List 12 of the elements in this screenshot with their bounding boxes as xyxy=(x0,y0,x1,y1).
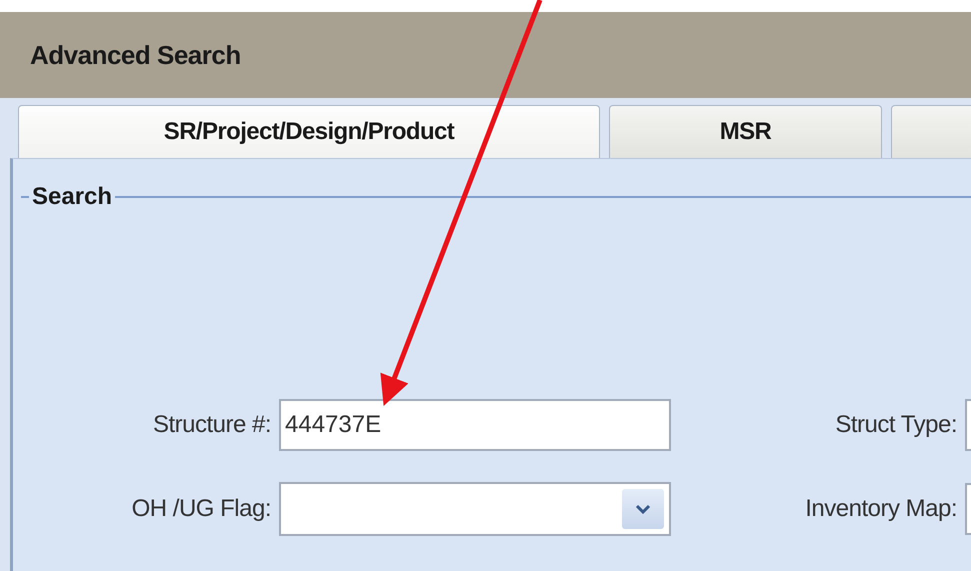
window-title: Advanced Search xyxy=(30,40,241,70)
dropdown-field[interactable] xyxy=(279,482,671,536)
field-label: Inventory Map: xyxy=(804,495,957,523)
field-label: Struct Type: xyxy=(834,411,957,439)
field-label: Structure #: xyxy=(152,411,271,439)
dropdown-button[interactable] xyxy=(622,489,664,529)
tab[interactable]: SR/Project/Design/Product xyxy=(18,105,600,158)
text-field[interactable]: 444737E xyxy=(279,399,671,451)
tab[interactable]: MSR xyxy=(609,105,882,158)
group-title: Search xyxy=(31,183,114,211)
field-label: OH /UG Flag: xyxy=(130,495,271,523)
chevron-down-icon xyxy=(635,504,651,514)
